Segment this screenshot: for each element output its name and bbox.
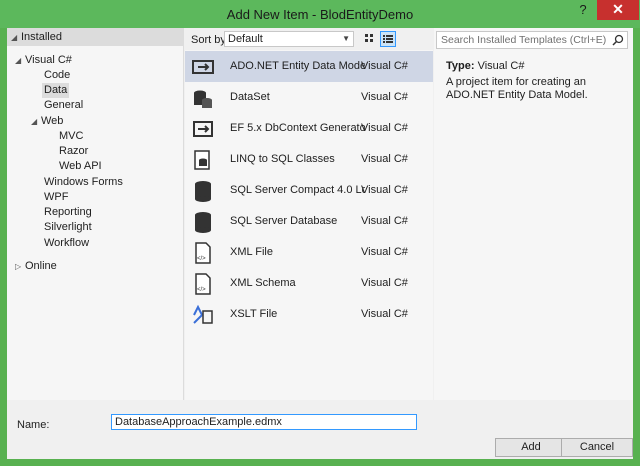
list-view-icon[interactable] — [380, 31, 396, 47]
help-button[interactable]: ? — [573, 0, 593, 20]
template-name: EF 5.x DbContext Generator — [230, 122, 365, 134]
search-templates-input[interactable]: Search Installed Templates (Ctrl+E) — [436, 31, 628, 49]
template-name: XSLT File — [230, 308, 278, 320]
template-language: Visual C# — [361, 60, 408, 72]
xml-schema-icon: </> — [191, 272, 215, 296]
sort-value: Default — [228, 33, 263, 45]
dialog-window: Add New Item - BlodEntityDemo ? ✕ ◢ Insta… — [0, 0, 640, 466]
template-name: ADO.NET Entity Data Model — [230, 60, 365, 72]
tree-node-web[interactable]: ◢ Web — [31, 114, 63, 129]
tree-node-web-api[interactable]: Web API — [59, 159, 102, 174]
type-label: Type: — [446, 60, 475, 72]
close-button[interactable]: ✕ — [597, 0, 639, 20]
tree-node-label: Visual C# — [25, 54, 72, 66]
tree-node-wpf[interactable]: WPF — [44, 190, 68, 205]
dbcontext-generator-icon — [191, 117, 215, 141]
tree-node-installed[interactable]: ◢ Installed — [11, 30, 62, 45]
template-item[interactable]: DataSet Visual C# — [185, 82, 433, 113]
tree-node-general[interactable]: General — [44, 98, 83, 113]
name-input[interactable]: DatabaseApproachExample.edmx — [111, 414, 417, 430]
xslt-file-icon — [191, 303, 215, 327]
tree-node-razor[interactable]: Razor — [59, 144, 88, 159]
tree-node-data[interactable]: Data — [42, 83, 70, 98]
tree-node-label: Installed — [21, 31, 62, 43]
tree-node-silverlight[interactable]: Silverlight — [44, 220, 92, 235]
tree-node-visual-cs[interactable]: ◢ Visual C# — [15, 53, 72, 68]
tree-node-workflow[interactable]: Workflow — [44, 236, 89, 251]
template-details-panel: Search Installed Templates (Ctrl+E) Type… — [434, 28, 633, 400]
template-name: LINQ to SQL Classes — [230, 153, 335, 165]
template-language: Visual C# — [361, 215, 408, 227]
svg-text:</>: </> — [197, 256, 206, 262]
template-list-panel: Sort by: Default ▼ ADO.NET Entity Data M… — [185, 28, 433, 400]
expanded-arrow-icon[interactable]: ◢ — [11, 30, 21, 45]
tree-node-reporting[interactable]: Reporting — [44, 205, 92, 220]
collapsed-arrow-icon[interactable]: ▷ — [15, 259, 25, 274]
template-category-tree: ◢ Installed ◢ Visual C# Code Data General … — [7, 28, 184, 400]
search-placeholder: Search Installed Templates (Ctrl+E) — [441, 34, 607, 46]
template-item[interactable]: SQL Server Compact 4.0 Local... Visual C… — [185, 175, 433, 206]
template-language: Visual C# — [361, 122, 408, 134]
template-language: Visual C# — [361, 91, 408, 103]
template-language: Visual C# — [361, 184, 408, 196]
database-icon — [191, 179, 215, 203]
xml-file-icon: </> — [191, 241, 215, 265]
linq-to-sql-icon — [191, 148, 215, 172]
tree-node-label: Web — [41, 115, 64, 127]
tree-node-label: Online — [25, 260, 57, 272]
grid-view-icon[interactable] — [362, 31, 378, 47]
template-item[interactable]: ADO.NET Entity Data Model Visual C# — [185, 51, 433, 82]
template-language: Visual C# — [361, 308, 408, 320]
template-name: XML Schema — [230, 277, 296, 289]
template-language: Visual C# — [361, 246, 408, 258]
template-item[interactable]: LINQ to SQL Classes Visual C# — [185, 144, 433, 175]
template-item[interactable]: XSLT File Visual C# — [185, 299, 433, 330]
svg-text:</>: </> — [197, 287, 206, 293]
template-item[interactable]: </> XML Schema Visual C# — [185, 268, 433, 299]
template-name: XML File — [230, 246, 273, 258]
expanded-arrow-icon[interactable]: ◢ — [15, 53, 25, 68]
template-name: SQL Server Database — [230, 215, 338, 227]
sort-dropdown[interactable]: Default ▼ — [224, 31, 354, 47]
dialog-client-area: ◢ Installed ◢ Visual C# Code Data General … — [7, 28, 633, 459]
template-description: A project item for creating an ADO.NET E… — [446, 76, 588, 101]
window-title: Add New Item - BlodEntityDemo — [226, 7, 414, 22]
template-item[interactable]: SQL Server Database Visual C# — [185, 206, 433, 237]
template-item[interactable]: </> XML File Visual C# — [185, 237, 433, 268]
template-name: SQL Server Compact 4.0 Local... — [230, 184, 365, 196]
template-name: DataSet — [230, 91, 270, 103]
title-bar[interactable]: Add New Item - BlodEntityDemo ? ✕ — [0, 0, 640, 28]
dataset-icon — [191, 86, 215, 110]
tree-node-code[interactable]: Code — [44, 68, 70, 83]
sort-toolbar: Sort by: Default ▼ — [185, 28, 433, 50]
template-language: Visual C# — [361, 277, 408, 289]
type-value: Visual C# — [477, 60, 525, 72]
tree-node-windows-forms[interactable]: Windows Forms — [44, 175, 123, 190]
template-language: Visual C# — [361, 153, 408, 165]
cancel-button[interactable]: Cancel — [561, 438, 633, 457]
database-icon — [191, 210, 215, 234]
expanded-arrow-icon[interactable]: ◢ — [31, 114, 41, 129]
tree-node-online[interactable]: ▷ Online — [15, 259, 57, 274]
dropdown-arrow-icon: ▼ — [342, 34, 350, 43]
tree-node-mvc[interactable]: MVC — [59, 129, 83, 144]
type-line: Type: Visual C# — [446, 60, 524, 72]
template-item[interactable]: EF 5.x DbContext Generator Visual C# — [185, 113, 433, 144]
search-icon[interactable] — [612, 34, 624, 46]
template-list: ADO.NET Entity Data Model Visual C# Data… — [185, 51, 433, 330]
name-label: Name: — [17, 419, 50, 431]
add-button[interactable]: Add — [495, 438, 567, 457]
entity-model-icon — [191, 55, 215, 79]
